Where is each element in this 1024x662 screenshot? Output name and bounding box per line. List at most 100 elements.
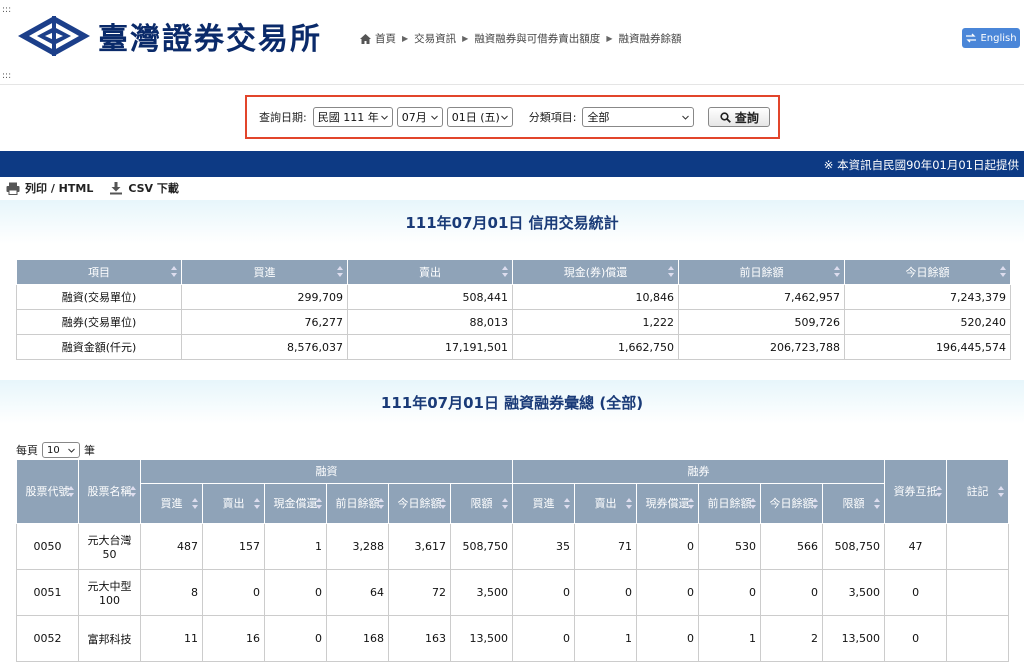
year-select[interactable]: 民國 111 年: [312, 107, 393, 127]
per-page-select[interactable]: 10: [42, 442, 80, 458]
sort-icon: [564, 497, 571, 509]
sort-icon: [68, 485, 74, 497]
table-row: 融資(交易單位) 299,709 508,441 10,846 7,462,95…: [16, 284, 1011, 310]
cell: 0: [884, 615, 948, 662]
cell: 0: [884, 569, 948, 616]
summary-title: 111年07月01日 融資融券彙總 (全部): [0, 380, 1024, 424]
col-stock-code[interactable]: 股票代號: [16, 459, 79, 524]
sort-icon: [440, 497, 446, 509]
cell: 76,277: [181, 309, 348, 335]
table-header-row: 項目 買進 賣出 現金(券)償還 前日餘額 今日餘額: [16, 259, 1011, 285]
sort-icon: [130, 485, 136, 497]
export-toolbar: 列印 / HTML CSV 下載: [6, 180, 179, 196]
cell: 11: [140, 615, 203, 662]
cell: 0: [512, 569, 576, 616]
sort-icon: [254, 497, 260, 509]
margin-summary-table: 股票代號 股票名稱 融資 融券 資券互抵 註記 買進 賣出 現金償還 前日餘額 …: [16, 459, 1010, 662]
cell: 508,441: [347, 284, 513, 310]
per-page-value: 10: [47, 444, 60, 456]
cell: 0: [264, 615, 327, 662]
csv-download-button[interactable]: CSV 下載: [109, 180, 179, 196]
cell: 3,500: [449, 569, 514, 616]
site-header: 臺灣證券交易所 首頁 ▶ 交易資訊 ▶ 融資融券與可借券賣出額度 ▶ 融資融券餘…: [0, 0, 1024, 72]
cell: 0050: [16, 523, 79, 570]
breadcrumb-trading-info[interactable]: 交易資訊: [414, 31, 456, 46]
col-margin-prev[interactable]: 前日餘額: [326, 483, 389, 524]
col-short-sell[interactable]: 賣出: [574, 483, 638, 524]
cell: 3,288: [326, 523, 389, 570]
english-button[interactable]: English: [962, 28, 1020, 48]
cell: 富邦科技: [78, 615, 141, 662]
sort-icon: [668, 266, 674, 277]
cell: 7,462,957: [678, 284, 845, 310]
breadcrumb-margin[interactable]: 融資融券與可借券賣出額度: [474, 31, 600, 46]
query-form: 查詢日期: 民國 111 年 07月 01日 (五) 分類項目: 全部 查詢: [245, 95, 780, 139]
home-icon: [360, 33, 371, 44]
chevron-right-icon: ▶: [462, 34, 469, 43]
col-short-limit[interactable]: 限額: [822, 483, 886, 524]
cell: 566: [760, 523, 824, 570]
sort-icon: [936, 485, 943, 497]
month-value: 07月: [401, 111, 427, 124]
sort-icon: [378, 497, 384, 509]
cell: 16: [202, 615, 265, 662]
col-sell[interactable]: 賣出: [347, 259, 513, 285]
sort-icon: [502, 497, 509, 509]
cell: 35: [512, 523, 576, 570]
cell: 元大台灣50: [78, 523, 141, 570]
cell: 196,445,574: [844, 334, 1011, 360]
table-row: 0051 元大中型100 8 0 0 64 72 3,500 0 0 0 0 0…: [16, 569, 1010, 616]
col-prev-balance[interactable]: 前日餘額: [678, 259, 845, 285]
per-page-suffix: 筆: [84, 444, 95, 457]
month-select[interactable]: 07月: [396, 107, 443, 127]
cell: 0052: [16, 615, 79, 662]
cell: 13,500: [449, 615, 514, 662]
col-buy[interactable]: 買進: [181, 259, 348, 285]
col-today-balance[interactable]: 今日餘額: [844, 259, 1011, 285]
col-margin-sell[interactable]: 賣出: [202, 483, 265, 524]
col-margin-today[interactable]: 今日餘額: [388, 483, 451, 524]
col-short-buy[interactable]: 買進: [512, 483, 576, 524]
category-select[interactable]: 全部: [582, 107, 695, 127]
cell: 71: [574, 523, 638, 570]
cell: 7,243,379: [844, 284, 1011, 310]
cell: 0051: [16, 569, 79, 616]
cell: 2: [760, 615, 824, 662]
print-html-label: 列印 / HTML: [25, 182, 94, 195]
cell: 508,750: [449, 523, 514, 570]
search-button-label: 查詢: [734, 110, 759, 125]
breadcrumb-current[interactable]: 融資融券餘額: [618, 31, 681, 46]
col-margin-limit[interactable]: 限額: [449, 483, 514, 524]
cell: 1,222: [512, 309, 679, 335]
col-stock-name[interactable]: 股票名稱: [78, 459, 141, 524]
search-button[interactable]: 查詢: [708, 107, 771, 127]
sort-icon: [626, 497, 633, 509]
row-label: 融資金額(仟元): [16, 334, 182, 360]
sort-icon: [998, 485, 1005, 497]
day-select[interactable]: 01日 (五): [446, 107, 513, 127]
col-short-today[interactable]: 今日餘額: [760, 483, 824, 524]
breadcrumb-home[interactable]: 首頁: [375, 31, 396, 46]
col-note[interactable]: 註記: [946, 459, 1010, 524]
col-offset[interactable]: 資券互抵: [884, 459, 948, 524]
chevron-right-icon: ▶: [606, 34, 613, 43]
col-margin-buy[interactable]: 買進: [140, 483, 203, 524]
cell: 0: [574, 569, 638, 616]
language-switch-icon: [966, 33, 977, 43]
col-margin-repay[interactable]: 現金償還: [264, 483, 327, 524]
table-row: 融券(交易單位) 76,277 88,013 1,222 509,726 520…: [16, 309, 1011, 335]
col-short-repay[interactable]: 現券償還: [636, 483, 700, 524]
col-short-prev[interactable]: 前日餘額: [698, 483, 762, 524]
col-item[interactable]: 項目: [16, 259, 182, 285]
col-repay[interactable]: 現金(券)償還: [512, 259, 679, 285]
table-row: 0050 元大台灣50 487 157 1 3,288 3,617 508,75…: [16, 523, 1010, 570]
print-html-button[interactable]: 列印 / HTML: [6, 180, 93, 196]
cell: 520,240: [844, 309, 1011, 335]
cell: 508,750: [822, 523, 886, 570]
table-row: 0052 富邦科技 11 16 0 168 163 13,500 0 1 0 1…: [16, 615, 1010, 662]
twse-logo[interactable]: 臺灣證券交易所: [16, 12, 346, 60]
cell: 88,013: [347, 309, 513, 335]
sort-icon: [874, 497, 881, 509]
row-label: 融券(交易單位): [16, 309, 182, 335]
cell: 163: [388, 615, 451, 662]
